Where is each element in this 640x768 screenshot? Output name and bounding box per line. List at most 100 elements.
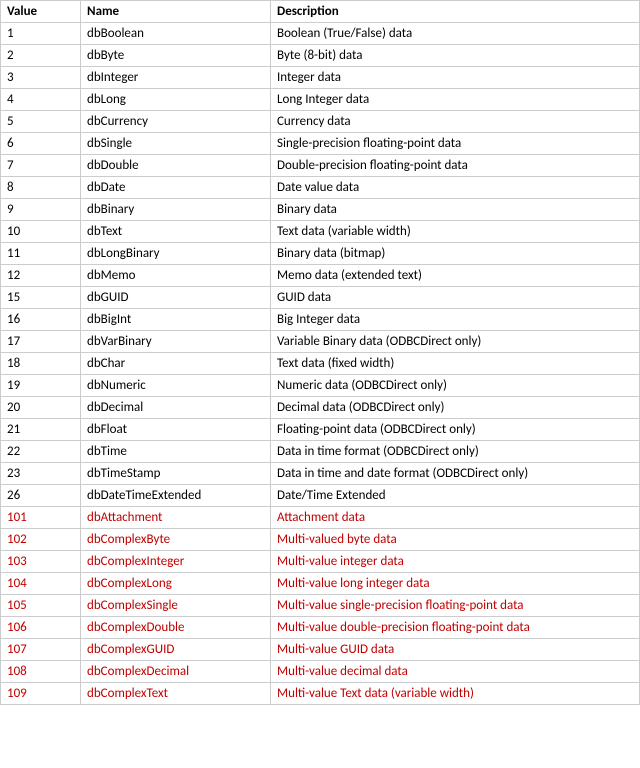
cell-name: dbComplexGUID: [81, 639, 271, 661]
cell-value: 2: [1, 45, 81, 67]
table-row: 106dbComplexDoubleMulti-value double-pre…: [1, 617, 640, 639]
cell-value: 9: [1, 199, 81, 221]
cell-name: dbChar: [81, 353, 271, 375]
table-row: 9dbBinaryBinary data: [1, 199, 640, 221]
cell-description: Text data (fixed width): [271, 353, 640, 375]
cell-value: 26: [1, 485, 81, 507]
cell-description: Binary data: [271, 199, 640, 221]
cell-value: 105: [1, 595, 81, 617]
cell-value: 6: [1, 133, 81, 155]
table-row: 104dbComplexLongMulti-value long integer…: [1, 573, 640, 595]
cell-description: GUID data: [271, 287, 640, 309]
cell-value: 101: [1, 507, 81, 529]
cell-name: dbGUID: [81, 287, 271, 309]
cell-name: dbComplexSingle: [81, 595, 271, 617]
table-row: 109dbComplexTextMulti-value Text data (v…: [1, 683, 640, 705]
table-row: 21dbFloatFloating-point data (ODBCDirect…: [1, 419, 640, 441]
table-row: 11dbLongBinaryBinary data (bitmap): [1, 243, 640, 265]
table-row: 10dbTextText data (variable width): [1, 221, 640, 243]
table-row: 4dbLongLong Integer data: [1, 89, 640, 111]
table-row: 108dbComplexDecimalMulti-value decimal d…: [1, 661, 640, 683]
cell-name: dbNumeric: [81, 375, 271, 397]
cell-description: Variable Binary data (ODBCDirect only): [271, 331, 640, 353]
cell-description: Boolean (True/False) data: [271, 23, 640, 45]
cell-value: 21: [1, 419, 81, 441]
cell-value: 11: [1, 243, 81, 265]
cell-value: 22: [1, 441, 81, 463]
cell-value: 106: [1, 617, 81, 639]
cell-name: dbByte: [81, 45, 271, 67]
cell-value: 107: [1, 639, 81, 661]
cell-description: Data in time and date format (ODBCDirect…: [271, 463, 640, 485]
cell-description: Text data (variable width): [271, 221, 640, 243]
cell-name: dbAttachment: [81, 507, 271, 529]
column-header-name: Name: [81, 1, 271, 23]
cell-value: 19: [1, 375, 81, 397]
cell-description: Multi-value long integer data: [271, 573, 640, 595]
cell-name: dbVarBinary: [81, 331, 271, 353]
cell-description: Currency data: [271, 111, 640, 133]
cell-value: 20: [1, 397, 81, 419]
cell-value: 12: [1, 265, 81, 287]
cell-description: Multi-value integer data: [271, 551, 640, 573]
cell-name: dbComplexDouble: [81, 617, 271, 639]
cell-description: Binary data (bitmap): [271, 243, 640, 265]
table-row: 102dbComplexByteMulti-valued byte data: [1, 529, 640, 551]
cell-description: Double-precision floating-point data: [271, 155, 640, 177]
table-row: 3dbIntegerInteger data: [1, 67, 640, 89]
cell-value: 103: [1, 551, 81, 573]
table-body: 1dbBooleanBoolean (True/False) data2dbBy…: [1, 23, 640, 705]
cell-value: 16: [1, 309, 81, 331]
cell-description: Data in time format (ODBCDirect only): [271, 441, 640, 463]
data-types-table: Value Name Description 1dbBooleanBoolean…: [0, 0, 640, 705]
cell-value: 109: [1, 683, 81, 705]
table-row: 101dbAttachmentAttachment data: [1, 507, 640, 529]
cell-value: 3: [1, 67, 81, 89]
cell-value: 104: [1, 573, 81, 595]
cell-description: Multi-value Text data (variable width): [271, 683, 640, 705]
cell-description: Multi-valued byte data: [271, 529, 640, 551]
cell-name: dbLong: [81, 89, 271, 111]
cell-value: 1: [1, 23, 81, 45]
table-row: 16dbBigIntBig Integer data: [1, 309, 640, 331]
table-row: 20dbDecimalDecimal data (ODBCDirect only…: [1, 397, 640, 419]
table-row: 105dbComplexSingleMulti-value single-pre…: [1, 595, 640, 617]
cell-value: 18: [1, 353, 81, 375]
cell-value: 108: [1, 661, 81, 683]
cell-name: dbComplexInteger: [81, 551, 271, 573]
table-row: 23dbTimeStampData in time and date forma…: [1, 463, 640, 485]
cell-value: 17: [1, 331, 81, 353]
cell-name: dbComplexDecimal: [81, 661, 271, 683]
cell-name: dbBinary: [81, 199, 271, 221]
cell-name: dbText: [81, 221, 271, 243]
cell-value: 4: [1, 89, 81, 111]
cell-description: Memo data (extended text): [271, 265, 640, 287]
table-row: 8dbDateDate value data: [1, 177, 640, 199]
cell-name: dbInteger: [81, 67, 271, 89]
cell-description: Byte (8-bit) data: [271, 45, 640, 67]
cell-name: dbTime: [81, 441, 271, 463]
table-row: 103dbComplexIntegerMulti-value integer d…: [1, 551, 640, 573]
cell-description: Long Integer data: [271, 89, 640, 111]
cell-value: 15: [1, 287, 81, 309]
table-header-row: Value Name Description: [1, 1, 640, 23]
table-row: 7dbDoubleDouble-precision floating-point…: [1, 155, 640, 177]
cell-description: Multi-value GUID data: [271, 639, 640, 661]
cell-value: 102: [1, 529, 81, 551]
column-header-value: Value: [1, 1, 81, 23]
cell-name: dbComplexLong: [81, 573, 271, 595]
column-header-description: Description: [271, 1, 640, 23]
cell-description: Single-precision floating-point data: [271, 133, 640, 155]
cell-description: Multi-value decimal data: [271, 661, 640, 683]
cell-description: Big Integer data: [271, 309, 640, 331]
table-row: 1dbBooleanBoolean (True/False) data: [1, 23, 640, 45]
cell-name: dbLongBinary: [81, 243, 271, 265]
cell-name: dbDecimal: [81, 397, 271, 419]
cell-name: dbBoolean: [81, 23, 271, 45]
cell-description: Multi-value single-precision floating-po…: [271, 595, 640, 617]
table-row: 26dbDateTimeExtendedDate/Time Extended: [1, 485, 640, 507]
cell-name: dbComplexText: [81, 683, 271, 705]
cell-description: Numeric data (ODBCDirect only): [271, 375, 640, 397]
table-row: 19dbNumericNumeric data (ODBCDirect only…: [1, 375, 640, 397]
cell-name: dbCurrency: [81, 111, 271, 133]
